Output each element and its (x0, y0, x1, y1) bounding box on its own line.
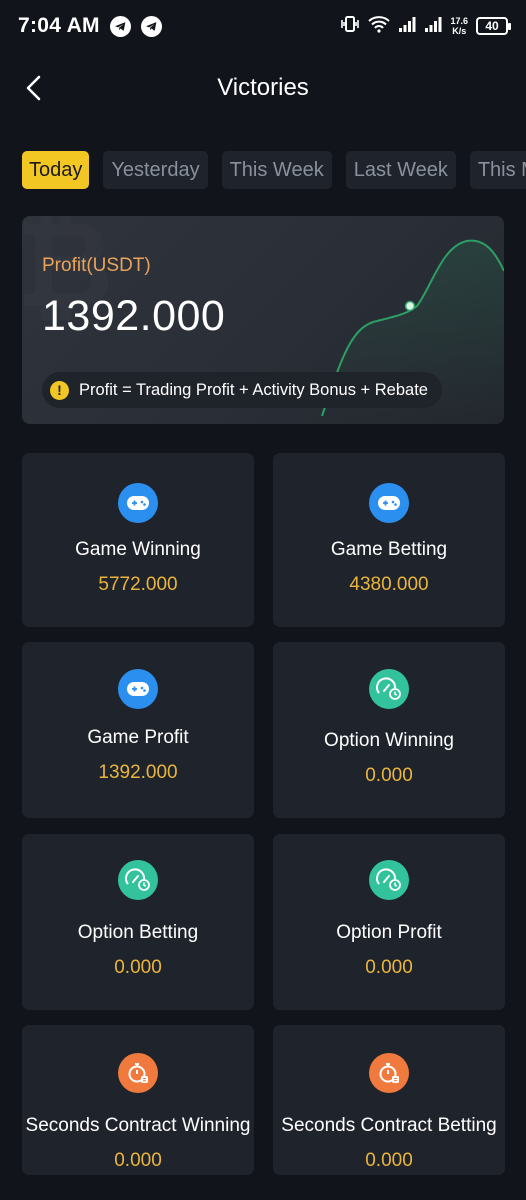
stat-label: Option Profit (336, 922, 442, 943)
battery-icon: 40 (476, 17, 511, 35)
profit-card: ₿ Profit(USDT) 1392.000 ! Profit = Tradi… (22, 216, 504, 424)
telegram-icon (140, 15, 162, 37)
tab-this-month[interactable]: This Month (469, 151, 526, 189)
gamepad-icon (118, 483, 158, 523)
profit-value: 1392.000 (42, 292, 226, 340)
back-button[interactable] (18, 72, 50, 104)
tab-yesterday[interactable]: Yesterday (103, 151, 208, 189)
stopwatch-icon (369, 1053, 409, 1093)
status-left: 7:04 AM (18, 14, 162, 38)
stat-card-option-betting[interactable]: Option Betting 0.000 (22, 834, 254, 1010)
status-right: 17.6 K/s 40 (340, 15, 511, 38)
date-filter-tabs: Today Yesterday This Week Last Week This… (22, 151, 526, 189)
tab-this-week[interactable]: This Week (221, 151, 332, 189)
header: Victories (0, 60, 526, 116)
stat-label: Option Betting (77, 922, 199, 943)
warning-icon: ! (50, 380, 69, 400)
wifi-icon (368, 15, 391, 38)
network-speed: 17.6 K/s (450, 16, 468, 36)
speed-unit: K/s (452, 26, 467, 36)
gamepad-icon (118, 669, 158, 709)
gauge-clock-icon (369, 669, 409, 709)
stat-value: 0.000 (114, 1150, 162, 1171)
speed-value: 17.6 (450, 16, 468, 26)
page-title: Victories (217, 74, 309, 101)
stat-value: 0.000 (365, 765, 413, 786)
profit-formula-text: Profit = Trading Profit + Activity Bonus… (79, 380, 428, 399)
signal-icon (398, 16, 416, 37)
telegram-icon (109, 15, 131, 37)
stopwatch-icon (118, 1053, 158, 1093)
stat-card-seconds-contract-winning[interactable]: Seconds Contract Winning 0.000 (22, 1025, 254, 1175)
stat-value: 0.000 (114, 957, 162, 978)
stat-label: Game Winning (75, 539, 201, 560)
signal-icon (424, 16, 442, 37)
gauge-clock-icon (369, 860, 409, 900)
stat-value: 0.000 (365, 1150, 413, 1171)
chevron-left-icon (26, 75, 41, 101)
stat-value: 1392.000 (98, 762, 178, 783)
stat-card-game-profit[interactable]: Game Profit 1392.000 (22, 642, 254, 818)
status-bar: 7:04 AM 17.6 K/s 40 (0, 0, 526, 52)
profit-label: Profit(USDT) (42, 255, 151, 276)
stat-card-game-betting[interactable]: Game Betting 4380.000 (273, 453, 505, 627)
stat-label: Seconds Contract Winning (25, 1115, 251, 1136)
gauge-clock-icon (118, 860, 158, 900)
status-time: 7:04 AM (18, 14, 100, 37)
stat-label: Seconds Contract Betting (281, 1115, 497, 1136)
stat-label: Option Winning (324, 730, 454, 751)
stat-value: 5772.000 (98, 574, 178, 595)
gamepad-icon (369, 483, 409, 523)
stat-label: Game Betting (330, 539, 448, 560)
profit-formula: ! Profit = Trading Profit + Activity Bon… (42, 372, 442, 408)
stat-card-option-winning[interactable]: Option Winning 0.000 (273, 642, 505, 818)
stat-value: 0.000 (365, 957, 413, 978)
stat-label: Game Profit (87, 727, 189, 748)
tab-today[interactable]: Today (22, 151, 90, 189)
tab-last-week[interactable]: Last Week (345, 151, 456, 189)
stat-card-seconds-contract-betting[interactable]: Seconds Contract Betting 0.000 (273, 1025, 505, 1175)
stat-card-game-winning[interactable]: Game Winning 5772.000 (22, 453, 254, 627)
vibrate-icon (340, 15, 360, 38)
stat-card-option-profit[interactable]: Option Profit 0.000 (273, 834, 505, 1010)
stat-value: 4380.000 (349, 574, 429, 595)
